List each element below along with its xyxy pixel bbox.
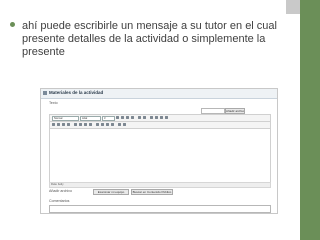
- slide-accent-corner: [286, 0, 300, 14]
- text-editor-area[interactable]: [49, 128, 271, 183]
- superscript-icon[interactable]: [143, 116, 146, 119]
- copy-icon[interactable]: [150, 116, 153, 119]
- embedded-screenshot: Materiales de la actividad Texto Añadir …: [40, 88, 278, 214]
- underline-icon[interactable]: [126, 116, 129, 119]
- bullet-list-icon[interactable]: [79, 123, 82, 126]
- image-icon[interactable]: [106, 123, 109, 126]
- text-color-icon[interactable]: [118, 123, 121, 126]
- browse-computer-button[interactable]: Examinar mi equipo: [93, 189, 129, 195]
- editor-path-text: Ruta: body: [51, 183, 64, 186]
- comments-label: Comentarios: [49, 199, 70, 203]
- comments-field[interactable]: [49, 205, 271, 213]
- table-icon[interactable]: [111, 123, 114, 126]
- subscript-icon[interactable]: [138, 116, 141, 119]
- italic-icon[interactable]: [121, 116, 124, 119]
- strikethrough-icon[interactable]: [131, 116, 134, 119]
- text-field-label: Texto: [49, 101, 58, 105]
- justify-icon[interactable]: [67, 123, 70, 126]
- slide-bullet-text: ahí puede escribirle un mensaje a su tut…: [22, 20, 277, 58]
- bold-icon[interactable]: [116, 116, 119, 119]
- collapse-icon[interactable]: [43, 91, 47, 95]
- undo-icon[interactable]: [160, 116, 163, 119]
- screenshot-header: Materiales de la actividad: [41, 89, 277, 99]
- slide-accent-strip: [300, 0, 320, 240]
- redo-icon[interactable]: [165, 116, 168, 119]
- browse-content-button[interactable]: Buscar en Contenido Público: [131, 189, 173, 195]
- editor-path-bar: Ruta: body: [49, 182, 271, 188]
- align-left-icon[interactable]: [52, 123, 55, 126]
- slide-bullet: ahí puede escribirle un mensaje a su tut…: [10, 20, 277, 59]
- align-right-icon[interactable]: [62, 123, 65, 126]
- bullet-dot-icon: [10, 22, 15, 27]
- align-center-icon[interactable]: [57, 123, 60, 126]
- link-icon[interactable]: [96, 123, 99, 126]
- indent-icon[interactable]: [89, 123, 92, 126]
- attach-file-label: Añadir archivo: [49, 189, 72, 193]
- paste-icon[interactable]: [155, 116, 158, 119]
- background-color-icon[interactable]: [123, 123, 126, 126]
- unlink-icon[interactable]: [101, 123, 104, 126]
- screenshot-title: Materiales de la actividad: [49, 90, 104, 95]
- ordered-list-icon[interactable]: [74, 123, 77, 126]
- outdent-icon[interactable]: [84, 123, 87, 126]
